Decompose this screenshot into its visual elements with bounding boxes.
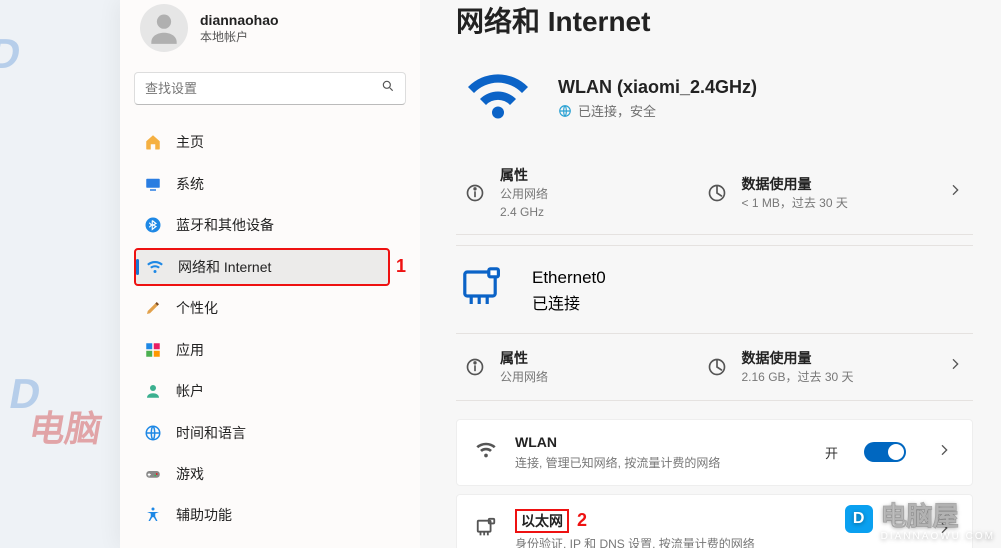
home-icon — [144, 133, 162, 151]
main-content: 网络和 Internet WLAN (xiaomi_2.4GHz) 已连接，安全 — [420, 0, 1001, 548]
sidebar-item-system[interactable]: 系统 — [134, 165, 406, 202]
globe-clock-icon — [144, 424, 162, 442]
sidebar-item-label: 蓝牙和其他设备 — [176, 215, 274, 235]
ethernet-data-usage-link[interactable]: 数据使用量 2.16 GB，过去 30 天 — [706, 348, 948, 386]
sidebar-item-accessibility[interactable]: 辅助功能 — [134, 497, 406, 534]
wifi-properties-sub2: 2.4 GHz — [500, 205, 548, 221]
apps-icon — [144, 341, 162, 359]
wifi-usage-sub: < 1 MB，过去 30 天 — [742, 196, 848, 212]
chevron-right-icon — [947, 182, 965, 203]
sidebar-item-label: 个性化 — [176, 298, 218, 318]
sidebar-item-label: 主页 — [176, 132, 204, 152]
ethernet-card-subtitle: 身份验证, IP 和 DNS 设置, 按流量计费的网络 — [515, 535, 755, 548]
wlan-card-title: WLAN — [515, 434, 557, 450]
wlan-settings-card[interactable]: WLAN 连接, 管理已知网络, 按流量计费的网络 开 — [456, 419, 973, 486]
sidebar-item-personalization[interactable]: 个性化 — [134, 290, 406, 327]
wlan-card-subtitle: 连接, 管理已知网络, 按流量计费的网络 — [515, 454, 720, 471]
wifi-icon — [475, 439, 497, 466]
ethernet-status: 已连接 — [532, 296, 580, 313]
ethernet-details-card: 属性 公用网络 数据使用量 2.16 GB，过去 30 天 — [456, 334, 973, 401]
sidebar-item-time-language[interactable]: 时间和语言 — [134, 414, 406, 451]
sidebar-item-label: 辅助功能 — [176, 505, 232, 525]
profile-name: diannaohao — [200, 12, 279, 28]
wifi-large-icon — [460, 66, 536, 131]
person-icon — [144, 382, 162, 400]
ethernet-icon — [475, 517, 497, 544]
page-title: 网络和 Internet — [456, 0, 973, 58]
wifi-ssid: WLAN (xiaomi_2.4GHz) — [558, 77, 757, 98]
sidebar-item-label: 系统 — [176, 174, 204, 194]
annotation-number-1: 1 — [396, 256, 406, 277]
ethernet-usage-label: 数据使用量 — [742, 348, 854, 368]
wifi-banner: WLAN (xiaomi_2.4GHz) 已连接，安全 — [456, 58, 973, 151]
ethernet-name: Ethernet0 — [532, 268, 606, 288]
wifi-data-usage-link[interactable]: 数据使用量 < 1 MB，过去 30 天 — [706, 174, 948, 212]
profile-account-type: 本地帐户 — [200, 28, 279, 45]
system-icon — [144, 175, 162, 193]
wifi-usage-label: 数据使用量 — [742, 174, 848, 194]
search-icon — [381, 79, 395, 98]
wlan-toggle-label: 开 — [825, 443, 838, 462]
data-usage-icon — [706, 182, 728, 204]
paintbrush-icon — [144, 299, 162, 317]
chevron-right-icon — [947, 356, 965, 377]
ethernet-card-title: 以太网 — [515, 509, 569, 533]
wifi-details-card: 属性 公用网络 2.4 GHz 数据使用量 < 1 MB，过去 30 天 — [456, 151, 973, 235]
sidebar-item-label: 游戏 — [176, 464, 204, 484]
sidebar: diannaohao 本地帐户 主页 系统 蓝牙 — [120, 0, 420, 548]
sidebar-item-bluetooth[interactable]: 蓝牙和其他设备 — [134, 206, 406, 243]
gamepad-icon — [144, 465, 162, 483]
watermark-logo: D 电脑屋 DIANNAOWU.COM — [845, 496, 995, 542]
accessibility-icon — [144, 506, 162, 524]
sidebar-item-network[interactable]: 网络和 Internet — [134, 248, 390, 286]
sidebar-item-label: 时间和语言 — [176, 423, 246, 443]
ethernet-properties-sub: 公用网络 — [500, 370, 548, 386]
ethernet-large-icon — [460, 266, 508, 315]
avatar — [140, 4, 188, 52]
profile-block[interactable]: diannaohao 本地帐户 — [134, 0, 406, 68]
wifi-properties-label: 属性 — [500, 165, 548, 185]
chevron-right-icon — [936, 442, 954, 463]
sidebar-item-label: 应用 — [176, 340, 204, 360]
info-icon — [464, 356, 486, 378]
search-input[interactable] — [145, 81, 381, 96]
wlan-toggle[interactable] — [864, 442, 906, 462]
bluetooth-icon — [144, 216, 162, 234]
sidebar-item-apps[interactable]: 应用 — [134, 331, 406, 368]
annotation-number-2: 2 — [577, 510, 587, 531]
sidebar-item-gaming[interactable]: 游戏 — [134, 455, 406, 492]
info-icon — [464, 182, 486, 204]
ethernet-banner: Ethernet0 已连接 — [456, 245, 973, 334]
sidebar-item-home[interactable]: 主页 — [134, 123, 406, 160]
ethernet-usage-sub: 2.16 GB，过去 30 天 — [742, 370, 854, 386]
data-usage-icon — [706, 356, 728, 378]
sidebar-item-label: 网络和 Internet — [178, 257, 271, 277]
sidebar-item-label: 帐户 — [176, 381, 204, 401]
search-box[interactable] — [134, 72, 406, 105]
wifi-status: 已连接，安全 — [578, 101, 656, 120]
wifi-properties-link[interactable]: 属性 公用网络 2.4 GHz — [464, 165, 706, 220]
wifi-properties-sub1: 公用网络 — [500, 187, 548, 203]
sidebar-item-accounts[interactable]: 帐户 — [134, 372, 406, 409]
globe-icon — [558, 104, 572, 118]
ethernet-properties-label: 属性 — [500, 348, 548, 368]
wifi-icon — [146, 258, 164, 276]
ethernet-properties-link[interactable]: 属性 公用网络 — [464, 348, 706, 386]
